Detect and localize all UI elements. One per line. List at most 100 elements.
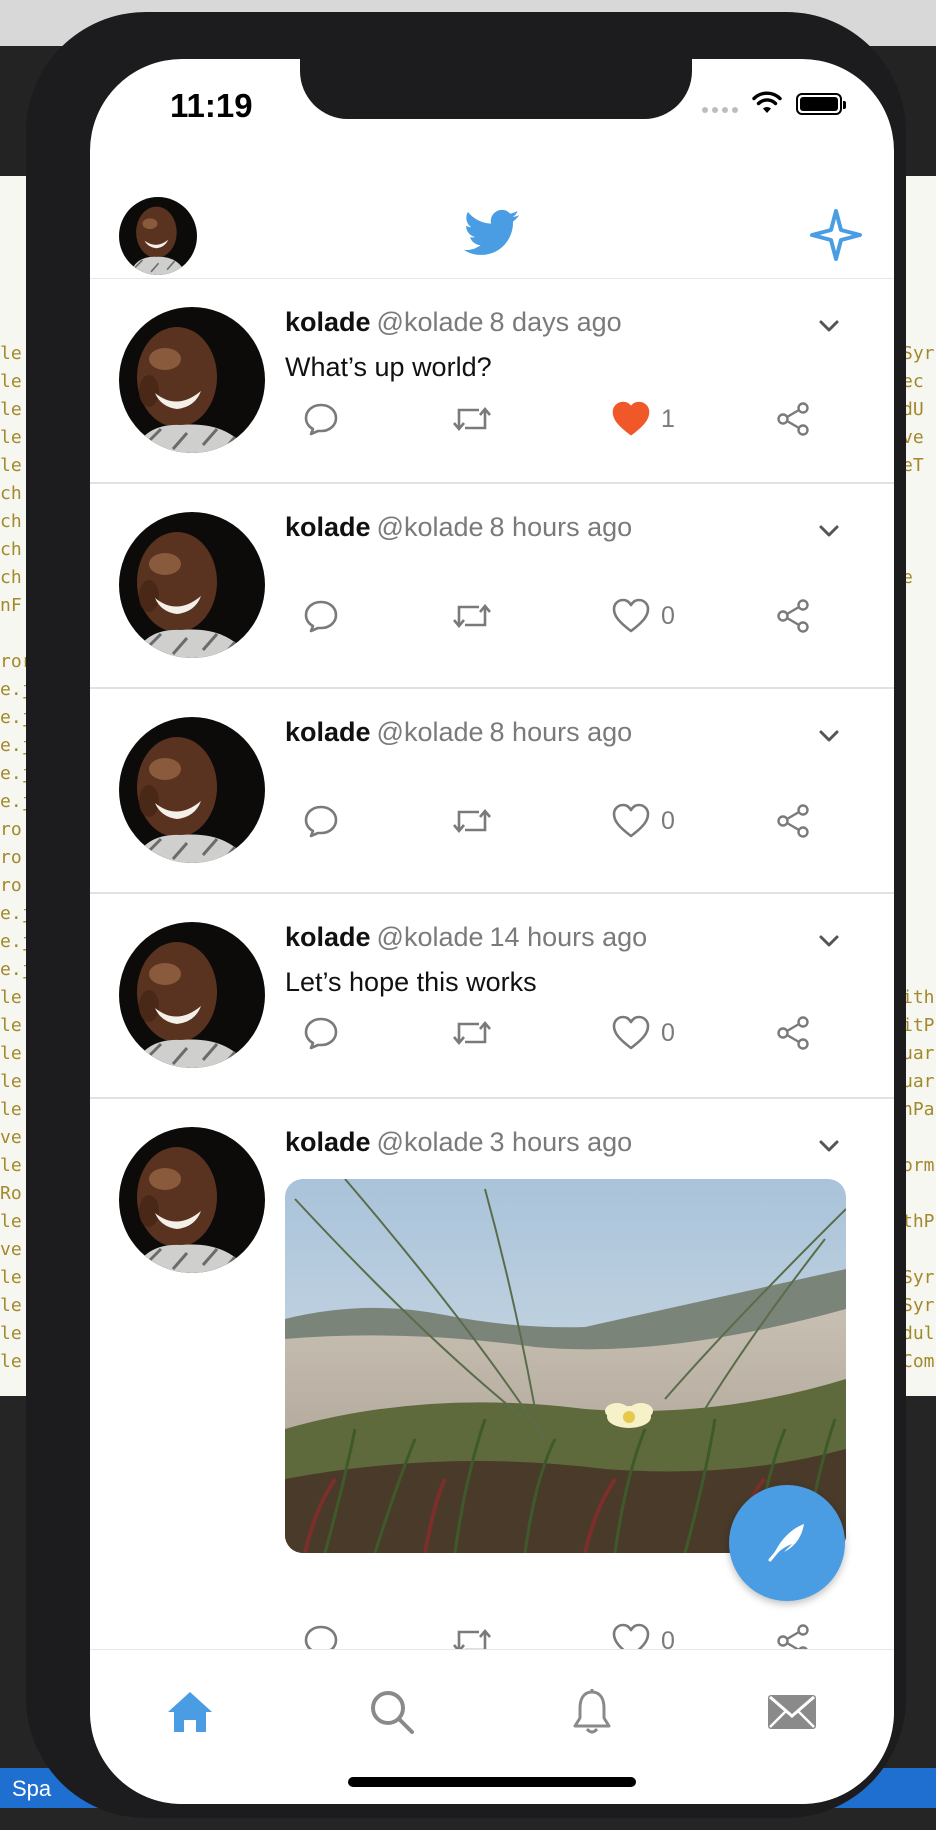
- like-button[interactable]: 1: [611, 397, 675, 441]
- tab-notifications[interactable]: [562, 1684, 622, 1744]
- tweet-meta: kolade @kolade 8 hours ago: [285, 512, 632, 543]
- share-icon: [775, 598, 811, 634]
- retweet-icon: [451, 404, 493, 434]
- tab-messages[interactable]: [762, 1684, 822, 1744]
- like-button[interactable]: 0: [611, 799, 675, 843]
- reply-button[interactable]: [303, 799, 339, 843]
- author-name[interactable]: kolade: [285, 717, 371, 747]
- home-icon: [166, 1690, 214, 1739]
- author-name[interactable]: kolade: [285, 512, 371, 542]
- tweet-actions: 0: [285, 594, 845, 638]
- tweet-time: 8 hours ago: [489, 717, 633, 747]
- editor-status-text: Spa: [12, 1776, 52, 1801]
- avatar[interactable]: [119, 512, 265, 658]
- tweet-actions: 0: [285, 1011, 845, 1055]
- app-header: [90, 177, 894, 279]
- retweet-icon: [451, 601, 493, 631]
- chevron-down-icon[interactable]: [818, 1139, 840, 1153]
- tweet-time: 8 days ago: [489, 307, 622, 337]
- notch: [300, 59, 692, 119]
- twitter-bird-icon: [463, 209, 520, 257]
- profile-avatar[interactable]: [119, 197, 197, 275]
- share-button[interactable]: [775, 594, 811, 638]
- compose-tweet-button[interactable]: [729, 1485, 845, 1601]
- share-icon: [775, 401, 811, 437]
- like-count: 0: [661, 601, 675, 630]
- retweet-button[interactable]: [451, 594, 493, 638]
- chevron-down-icon[interactable]: [818, 524, 840, 538]
- tweet-meta: kolade @kolade 3 hours ago: [285, 1127, 632, 1158]
- reply-icon: [303, 402, 339, 436]
- author-handle: @kolade: [376, 922, 484, 952]
- tweet-meta: kolade @kolade 8 days ago: [285, 307, 622, 338]
- tweet-text: Let’s hope this works: [285, 967, 537, 997]
- like-count: 0: [661, 806, 675, 835]
- tweet-time: 3 hours ago: [489, 1127, 633, 1157]
- tweet-time: 14 hours ago: [489, 922, 648, 952]
- retweet-button[interactable]: [451, 397, 493, 441]
- retweet-button[interactable]: [451, 1011, 493, 1055]
- reply-icon: [303, 1016, 339, 1050]
- tab-search[interactable]: [362, 1684, 422, 1744]
- like-count: 0: [661, 1018, 675, 1047]
- reply-icon: [303, 599, 339, 633]
- avatar[interactable]: [119, 922, 265, 1068]
- tweet-actions: 0: [285, 799, 845, 843]
- author-handle: @kolade: [376, 1127, 484, 1157]
- feather-icon: [760, 1514, 814, 1573]
- tweet-item[interactable]: kolade @kolade 14 hours ago Let’s hope thi…: [90, 894, 894, 1099]
- mail-icon: [767, 1694, 817, 1735]
- tweet-text: What’s up world?: [285, 352, 492, 382]
- sparkle-icon[interactable]: [808, 207, 864, 263]
- avatar[interactable]: [119, 717, 265, 863]
- tweet-meta: kolade @kolade 14 hours ago: [285, 922, 647, 953]
- author-handle: @kolade: [376, 307, 484, 337]
- author-handle: @kolade: [376, 512, 484, 542]
- like-button[interactable]: 0: [611, 594, 675, 638]
- tweet-item[interactable]: kolade @kolade 8 hours ago 0: [90, 689, 894, 894]
- share-button[interactable]: [775, 1011, 811, 1055]
- home-indicator: [348, 1777, 636, 1787]
- reply-button[interactable]: [303, 594, 339, 638]
- battery-icon: [796, 93, 846, 115]
- heart-icon: [611, 401, 651, 437]
- avatar[interactable]: [119, 1127, 265, 1273]
- chevron-down-icon[interactable]: [818, 729, 840, 743]
- phone-frame: 11:19 kolade @kolade 8 days ago What’s u…: [26, 12, 906, 1818]
- tweet-time: 8 hours ago: [489, 512, 633, 542]
- code-column-right: Syr ec dU ve eT e ith itP uar uar nPa or…: [902, 343, 935, 1372]
- tweet-actions: 1: [285, 397, 845, 441]
- phone-screen: 11:19 kolade @kolade 8 days ago What’s u…: [90, 59, 894, 1804]
- retweet-icon: [451, 806, 493, 836]
- tweet-item[interactable]: kolade @kolade 8 hours ago 0: [90, 484, 894, 689]
- heart-icon: [611, 598, 651, 634]
- tweet-meta: kolade @kolade 8 hours ago: [285, 717, 632, 748]
- share-icon: [775, 803, 811, 839]
- tab-home[interactable]: [160, 1684, 220, 1744]
- status-time: 11:19: [170, 87, 253, 124]
- avatar[interactable]: [119, 307, 265, 453]
- heart-icon: [611, 1015, 651, 1051]
- share-button[interactable]: [775, 397, 811, 441]
- chevron-down-icon[interactable]: [818, 934, 840, 948]
- retweet-button[interactable]: [451, 799, 493, 843]
- reply-icon: [303, 804, 339, 838]
- author-handle: @kolade: [376, 717, 484, 747]
- author-name[interactable]: kolade: [285, 1127, 371, 1157]
- heart-icon: [611, 803, 651, 839]
- author-name[interactable]: kolade: [285, 922, 371, 952]
- code-column-left: le le le le le ch ch ch ch nF ror e.j e.…: [0, 343, 28, 1372]
- tweet-item[interactable]: kolade @kolade 8 days ago What’s up world?…: [90, 279, 894, 484]
- author-name[interactable]: kolade: [285, 307, 371, 337]
- like-button[interactable]: 0: [611, 1011, 675, 1055]
- reply-button[interactable]: [303, 397, 339, 441]
- reply-button[interactable]: [303, 1011, 339, 1055]
- bell-icon: [571, 1688, 613, 1741]
- like-count: 1: [661, 404, 675, 433]
- signal-icon: [702, 107, 742, 113]
- retweet-icon: [451, 1018, 493, 1048]
- wifi-icon: [752, 91, 782, 120]
- share-button[interactable]: [775, 799, 811, 843]
- share-icon: [775, 1015, 811, 1051]
- chevron-down-icon[interactable]: [818, 319, 840, 333]
